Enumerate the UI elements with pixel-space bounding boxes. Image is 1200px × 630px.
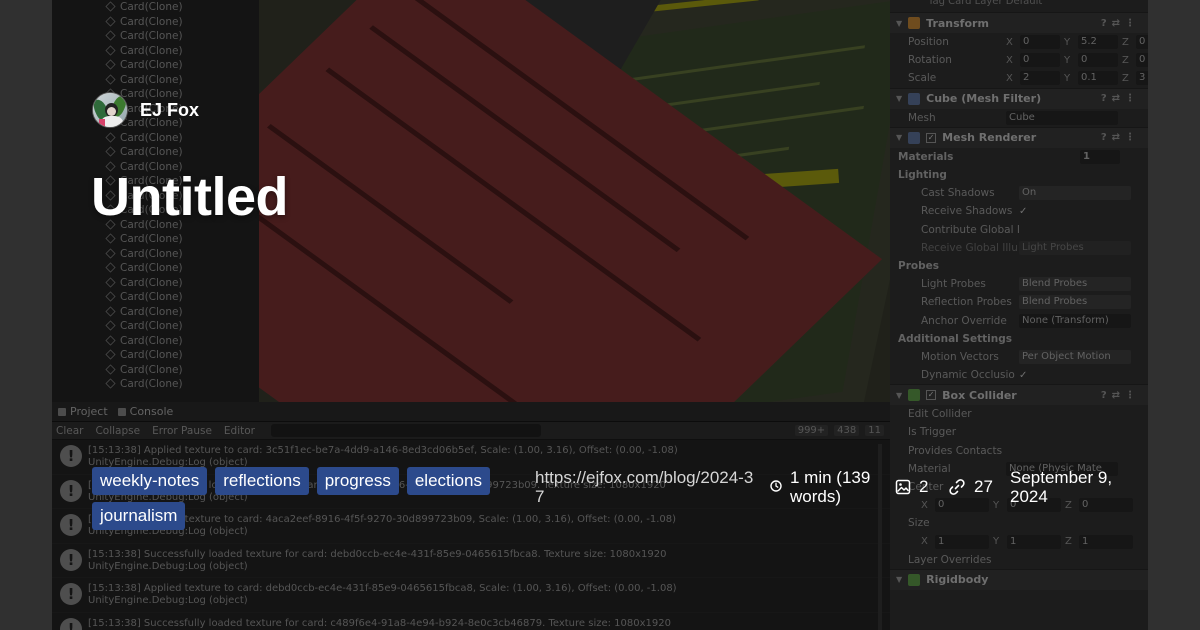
reading-time-text: 1 min (139 words): [790, 468, 871, 506]
post-url[interactable]: https://ejfox.com/blog/2024-37: [535, 468, 760, 506]
author-name[interactable]: EJ Fox: [140, 100, 199, 121]
avatar: [92, 92, 128, 128]
page-title: Untitled: [91, 167, 288, 227]
link-icon: [949, 478, 965, 495]
image-icon: [895, 479, 911, 494]
link-count: 27: [948, 477, 993, 496]
tag-list: weekly-notes reflections progress electi…: [92, 467, 512, 530]
tag-journalism[interactable]: journalism: [92, 502, 186, 530]
author-block[interactable]: EJ Fox: [92, 92, 199, 128]
avatar-flower: [99, 119, 105, 127]
clock-icon: [770, 480, 782, 492]
tag-progress[interactable]: progress: [316, 467, 399, 495]
og-card: Card(Clone) Card(Clone) Card(Clone) Card(Cl…: [0, 0, 1200, 630]
reading-time: 1 min (139 words): [770, 468, 880, 506]
tag-elections[interactable]: elections: [406, 467, 490, 495]
tag-reflections[interactable]: reflections: [215, 467, 309, 495]
image-count: 2: [895, 477, 928, 496]
image-count-value: 2: [919, 477, 929, 496]
link-count-value: 27: [974, 477, 993, 496]
avatar-face: [107, 107, 116, 116]
tag-weekly-notes[interactable]: weekly-notes: [92, 467, 208, 495]
post-date: September 9, 2024: [1010, 468, 1113, 506]
